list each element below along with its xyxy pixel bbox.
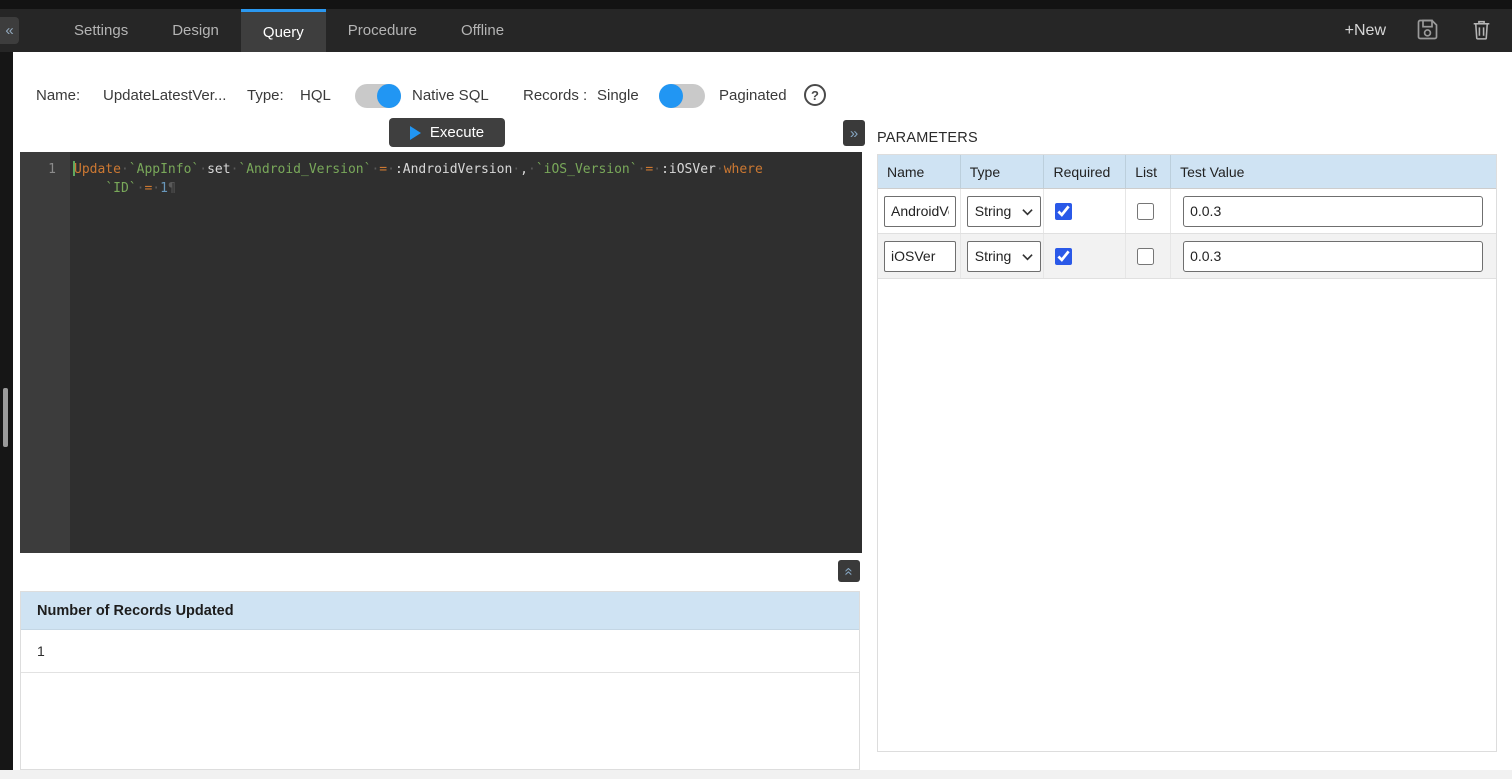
line-number: 1 bbox=[20, 160, 56, 179]
records-toggle[interactable] bbox=[659, 84, 705, 108]
column-header-test-value: Test Value bbox=[1171, 155, 1496, 188]
page-bottom-strip bbox=[0, 770, 1512, 779]
save-button[interactable] bbox=[1414, 16, 1441, 46]
type-option-native-sql: Native SQL bbox=[412, 83, 489, 109]
type-label: Type: bbox=[247, 83, 284, 109]
results-panel: Number of Records Updated 1 bbox=[20, 591, 860, 770]
results-header: Number of Records Updated bbox=[21, 592, 859, 630]
records-label: Records : bbox=[523, 83, 587, 109]
tab-procedure[interactable]: Procedure bbox=[326, 9, 439, 52]
records-updated-count: 1 bbox=[37, 643, 45, 659]
left-collapsed-panel[interactable] bbox=[0, 52, 13, 779]
new-button[interactable]: +New bbox=[1345, 22, 1386, 40]
execute-button[interactable]: Execute bbox=[389, 118, 505, 147]
app-window: « Settings Design Query Procedure Offlin… bbox=[0, 0, 1512, 779]
trash-icon bbox=[1469, 16, 1494, 46]
tab-design[interactable]: Design bbox=[150, 9, 241, 52]
parameters-table: Name Type Required List Test Value Strin… bbox=[877, 154, 1497, 752]
param-list-checkbox[interactable] bbox=[1137, 248, 1154, 265]
play-icon bbox=[410, 126, 421, 140]
param-name-input[interactable] bbox=[884, 196, 956, 227]
editor-code-area[interactable]: Update·`AppInfo`·set·`Android_Version`·=… bbox=[70, 152, 862, 553]
param-type-value: String bbox=[975, 203, 1012, 219]
floppy-save-icon bbox=[1414, 16, 1441, 46]
chevron-double-right-icon: » bbox=[850, 125, 858, 142]
tab-bar: Settings Design Query Procedure Offline bbox=[52, 9, 526, 52]
parameter-row: String bbox=[878, 189, 1496, 234]
parameters-header-row: Name Type Required List Test Value bbox=[878, 155, 1496, 189]
topbar-top-strip bbox=[0, 0, 1512, 9]
param-test-value-input[interactable] bbox=[1183, 196, 1483, 227]
results-value-row: 1 bbox=[21, 630, 859, 673]
param-list-checkbox[interactable] bbox=[1137, 203, 1154, 220]
type-option-hql: HQL bbox=[300, 83, 331, 109]
type-toggle-knob bbox=[377, 84, 401, 108]
chevron-down-icon bbox=[1022, 203, 1033, 219]
chevron-down-icon bbox=[1022, 248, 1033, 264]
param-required-checkbox[interactable] bbox=[1055, 248, 1072, 265]
param-required-checkbox[interactable] bbox=[1055, 203, 1072, 220]
parameter-row: String bbox=[878, 234, 1496, 279]
editor-caret bbox=[73, 161, 75, 176]
chevron-double-left-icon: « bbox=[5, 22, 13, 39]
editor-gutter: 1 bbox=[20, 152, 70, 553]
expand-parameters-button[interactable]: » bbox=[843, 120, 865, 146]
query-name-value[interactable]: UpdateLatestVer... bbox=[103, 83, 226, 109]
collapse-sidebar-button[interactable]: « bbox=[0, 17, 19, 44]
code-lines: Update·`AppInfo`·set·`Android_Version`·=… bbox=[74, 160, 862, 198]
records-option-single: Single bbox=[597, 83, 639, 109]
column-header-list: List bbox=[1126, 155, 1171, 188]
column-header-name: Name bbox=[878, 155, 961, 188]
tab-offline[interactable]: Offline bbox=[439, 9, 526, 52]
records-option-paginated: Paginated bbox=[719, 83, 787, 109]
type-toggle[interactable] bbox=[355, 84, 401, 108]
column-header-required: Required bbox=[1044, 155, 1126, 188]
param-type-select[interactable]: String bbox=[967, 196, 1041, 227]
param-name-input[interactable] bbox=[884, 241, 956, 272]
delete-button[interactable] bbox=[1469, 16, 1494, 46]
column-header-type: Type bbox=[961, 155, 1045, 188]
records-toggle-knob bbox=[659, 84, 683, 108]
help-icon[interactable]: ? bbox=[804, 84, 826, 106]
scroll-to-top-button[interactable]: « bbox=[838, 560, 860, 582]
param-type-select[interactable]: String bbox=[967, 241, 1041, 272]
param-type-value: String bbox=[975, 248, 1012, 264]
sql-editor[interactable]: 1 Update·`AppInfo`·set·`Android_Version`… bbox=[20, 152, 862, 553]
chevron-double-up-icon: « bbox=[841, 567, 858, 575]
name-label: Name: bbox=[36, 83, 80, 109]
topbar-actions: +New bbox=[1345, 9, 1494, 52]
parameters-title: PARAMETERS bbox=[877, 130, 978, 146]
tab-query[interactable]: Query bbox=[241, 9, 326, 52]
scrollbar-thumb[interactable] bbox=[3, 388, 8, 447]
topbar: « Settings Design Query Procedure Offlin… bbox=[0, 0, 1512, 52]
execute-label: Execute bbox=[430, 124, 484, 141]
tab-settings[interactable]: Settings bbox=[52, 9, 150, 52]
param-test-value-input[interactable] bbox=[1183, 241, 1483, 272]
